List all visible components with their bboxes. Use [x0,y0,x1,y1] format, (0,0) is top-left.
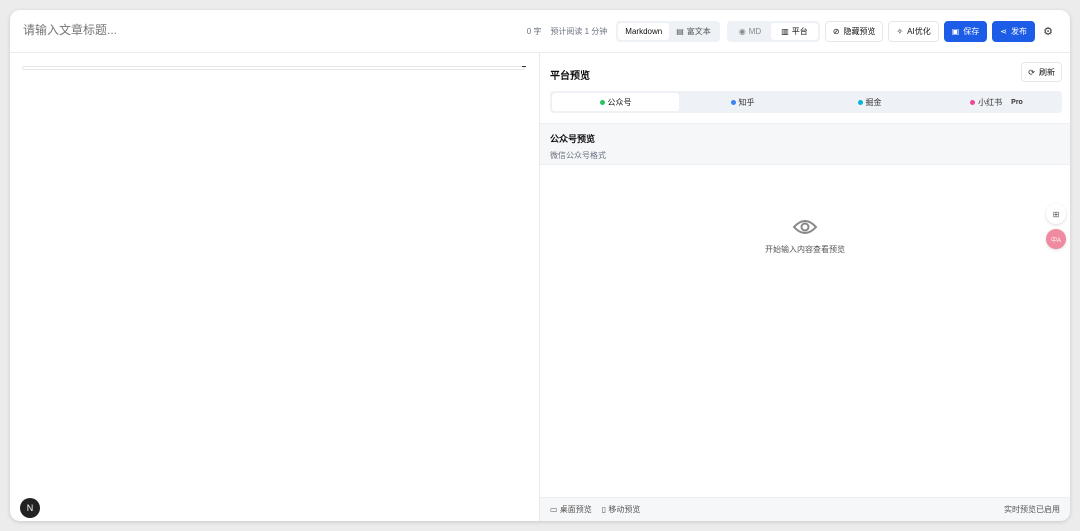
status-dot [857,99,863,105]
preview-title: 平台预览 [550,71,590,82]
gear-icon[interactable]: ⚙ [1040,25,1056,38]
apps-icon[interactable]: ⊞ [1046,204,1066,224]
mobile-preview-button[interactable]: ▯ 移动预览 [602,504,641,515]
save-icon: ▣ [951,27,960,36]
editor-mode-toggle: Markdown ▤ 富文本 [616,21,720,42]
save-button[interactable]: ▣ 保存 [943,21,988,42]
tab-wechat[interactable]: 公众号 [552,93,679,111]
read-time: 预计阅读 1 分钟 [550,27,608,36]
view-toggle: ◉ MD ▥ 平台 [726,21,820,42]
translate-icon[interactable]: 中A [1046,229,1066,249]
section-subtitle: 微信公众号格式 [550,151,606,160]
eye-icon: ◉ [738,27,746,36]
section-header: 公众号预览 微信公众号格式 [540,123,1070,165]
tab-xiaohongshu[interactable]: 小红书 Pro [933,93,1060,111]
status-dot [730,99,736,105]
pro-badge: Pro [1011,98,1023,106]
hide-preview-button[interactable]: ⊘ 隐藏预览 [824,21,884,42]
publish-button[interactable]: ⋖ 发布 [992,21,1035,42]
platform-tabs: 公众号 知乎 掘金 小红书 Pro [550,91,1062,113]
title-input[interactable] [23,23,423,37]
collapse-handle[interactable] [522,66,526,67]
tab-md[interactable]: ◉ MD [729,23,771,40]
preview-footer: ▭ 桌面预览 ▯ 移动预览 实时预览已启用 [540,497,1070,521]
layout-icon: ▥ [781,27,789,36]
editor-toolbar [22,66,525,70]
tab-zhihu[interactable]: 知乎 [679,93,806,111]
desktop-preview-button[interactable]: ▭ 桌面预览 [550,504,592,515]
preview-pane: 平台预览 ⟳ 刷新 公众号 知乎 掘金 小红书 Pro 公众号预览 微信公众号格式 … [540,53,1070,521]
tab-platform[interactable]: ▥ 平台 [771,23,818,40]
word-count: 0 字 [526,27,542,36]
header: 0 字 预计阅读 1 分钟 Markdown ▤富文本 ◉MD ▥平台 ⊘隐藏预… [10,10,1070,53]
share-icon: ⋖ [1000,27,1007,36]
nav-badge[interactable]: N [20,498,40,518]
eye-off-icon: ⊘ [832,27,840,36]
ai-optimize-button[interactable]: ✧ AI优化 [888,21,939,42]
empty-state: 开始输入内容查看预览 [540,218,1070,255]
magic-wand-icon: ✧ [896,27,904,36]
live-preview-status: 实时预览已启用 [1004,505,1060,514]
tab-juejin[interactable]: 掘金 [806,93,933,111]
toolbar: 0 字 预计阅读 1 分钟 Markdown ▤ 富文本 ◉ MD ▥ 平台 ⊘ 隐藏预… [527,21,1056,42]
editor-window: 0 字 预计阅读 1 分钟 Markdown ▤富文本 ◉MD ▥平台 ⊘隐藏预… [10,10,1070,521]
tab-markdown[interactable]: Markdown [618,23,670,40]
tab-rich-text[interactable]: ▤ 富文本 [669,23,718,40]
status-dot [970,99,976,105]
section-title: 公众号预览 [550,134,596,144]
refresh-icon: ⟳ [1028,67,1035,77]
document-icon: ▤ [676,27,684,36]
eye-icon [792,220,818,234]
refresh-button[interactable]: ⟳ 刷新 [1021,62,1062,82]
status-dot [599,99,605,105]
editor-pane[interactable] [10,53,540,521]
